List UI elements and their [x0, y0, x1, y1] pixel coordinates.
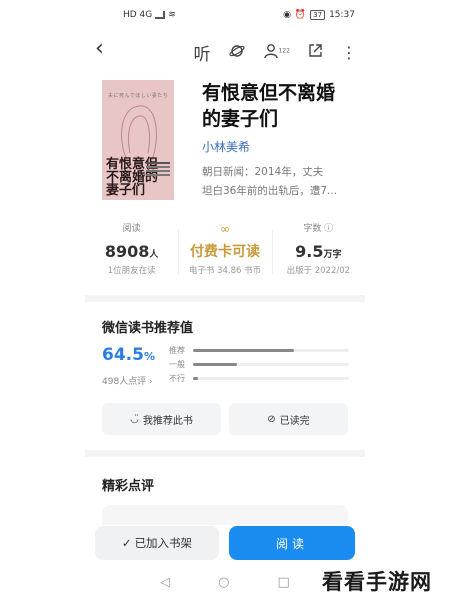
- status-left: HD 4G ≋: [123, 10, 176, 20]
- stat-value: 付费卡可读: [189, 244, 260, 260]
- bar-label: 推荐: [169, 345, 185, 355]
- book-title: 有恨意但不离婚 的妻子们: [202, 82, 336, 130]
- chevron-left-icon[interactable]: ‹: [95, 36, 104, 61]
- stat-paid-card[interactable]: ∞ 付费卡可读 电子书 34.86 书币: [178, 222, 271, 284]
- stat-sub: 出版于 2022/02: [286, 266, 351, 276]
- smile-icon: ◡̈: [130, 413, 139, 425]
- status-bar: HD 4G ≋ ◉ ⏰ 37 15:37: [85, 6, 365, 26]
- book-author[interactable]: 小林美希: [202, 138, 250, 155]
- recommend-buttons: ◡̈ 我推荐此书 ⊘ 已读完: [102, 403, 348, 435]
- bar-row-average: 一般: [169, 357, 349, 371]
- signal-icon: [155, 11, 166, 19]
- bar-fill: [193, 362, 237, 366]
- bar-track: [193, 376, 349, 380]
- infinity-icon: ∞: [219, 222, 230, 236]
- book-cover[interactable]: 夫に死んでほしい妻たち 有恨意但 不离婚的 妻子们: [102, 80, 174, 200]
- person-icon[interactable]: 122: [263, 43, 290, 63]
- bar-fill: [193, 348, 295, 352]
- stat-sub: 1位朋友在读: [107, 266, 156, 276]
- stat-label: 阅读: [122, 224, 141, 234]
- alarm-icon: ⏰: [294, 10, 307, 20]
- stat-unit: 人: [149, 250, 159, 260]
- check-circle-icon: ⊘: [267, 413, 276, 425]
- bar-label: 不行: [169, 373, 185, 383]
- stat-label: 字数 ⓘ: [303, 224, 334, 234]
- top-bar: ‹ 听 122 ⋮: [85, 34, 365, 65]
- bar-row-recommend: 推荐: [169, 343, 349, 357]
- check-icon: ✓: [121, 536, 132, 550]
- stat-readers[interactable]: 阅读 8908人 1位朋友在读: [85, 222, 178, 284]
- recommend-bars: 推荐 一般 不行: [169, 343, 349, 385]
- stat-sub: 电子书 34.86 书币: [188, 266, 262, 276]
- status-right: ◉ ⏰ 37 15:37: [283, 10, 355, 20]
- recommend-percent-value: 64.5: [102, 345, 144, 365]
- nav-recent-icon[interactable]: □: [278, 575, 290, 590]
- share-icon[interactable]: [308, 43, 323, 62]
- more-icon[interactable]: ⋮: [341, 43, 357, 62]
- section-divider: [85, 450, 365, 457]
- stat-value: 8908人: [85, 241, 178, 263]
- recommend-title: 微信读书推荐值: [102, 321, 194, 336]
- bar-track: [193, 362, 349, 366]
- stat-value: 9.5万字: [272, 241, 365, 263]
- recommend-percent: 64.5%: [102, 345, 155, 365]
- bar-label: 一般: [169, 359, 185, 369]
- finished-reading-label: 已读完: [279, 415, 310, 427]
- battery-icon: 37: [310, 10, 326, 20]
- nav-home-icon[interactable]: ○: [218, 575, 229, 590]
- clock-time: 15:37: [329, 10, 355, 20]
- bar-track: [193, 348, 349, 352]
- network-label: HD 4G: [123, 10, 153, 20]
- top-icons: 听 122 ⋮: [194, 40, 357, 65]
- bar-row-bad: 不行: [169, 371, 349, 385]
- stats-row: 阅读 8908人 1位朋友在读 ∞ 付费卡可读 电子书 34.86 书币 字数 …: [85, 222, 365, 284]
- wifi-icon: ≋: [168, 10, 176, 20]
- reviews-title: 精彩点评: [102, 479, 155, 494]
- nav-back-icon[interactable]: ◁: [160, 575, 170, 590]
- bar-fill: [193, 376, 198, 380]
- eye-icon: ◉: [283, 10, 291, 20]
- cover-text-lines: [146, 162, 170, 164]
- shelf-label: 已加入书架: [134, 536, 193, 550]
- read-button[interactable]: 阅读: [229, 526, 355, 560]
- bottom-bar: ✓ 已加入书架 阅读: [85, 522, 365, 564]
- friend-count: 122: [278, 47, 290, 55]
- watermark-logo: 看看手游网: [322, 570, 432, 594]
- add-to-shelf-button[interactable]: ✓ 已加入书架: [95, 526, 219, 560]
- recommend-book-button[interactable]: ◡̈ 我推荐此书: [102, 403, 221, 435]
- word-count: 9.5: [295, 242, 324, 261]
- book-intro[interactable]: 朝日新闻：2014年，丈夫 坦白36年前的出轨后，遭7...: [202, 163, 362, 201]
- recommend-percent-unit: %: [143, 350, 155, 363]
- section-divider: [85, 295, 365, 302]
- stat-unit: 万字: [323, 250, 342, 260]
- stat-word-count[interactable]: 字数 ⓘ 9.5万字 出版于 2022/02: [271, 222, 365, 284]
- headphone-listen-icon[interactable]: 听: [194, 40, 211, 65]
- readers-count: 8908: [104, 242, 150, 261]
- finished-reading-button[interactable]: ⊘ 已读完: [229, 403, 348, 435]
- recommend-book-label: 我推荐此书: [142, 415, 193, 427]
- phone-screen: HD 4G ≋ ◉ ⏰ 37 15:37 ‹ 听 122 ⋮ 夫に死んでほしい妻…: [85, 0, 365, 600]
- planet-icon[interactable]: [228, 43, 245, 63]
- review-count-link[interactable]: 498人点评 ›: [102, 374, 153, 387]
